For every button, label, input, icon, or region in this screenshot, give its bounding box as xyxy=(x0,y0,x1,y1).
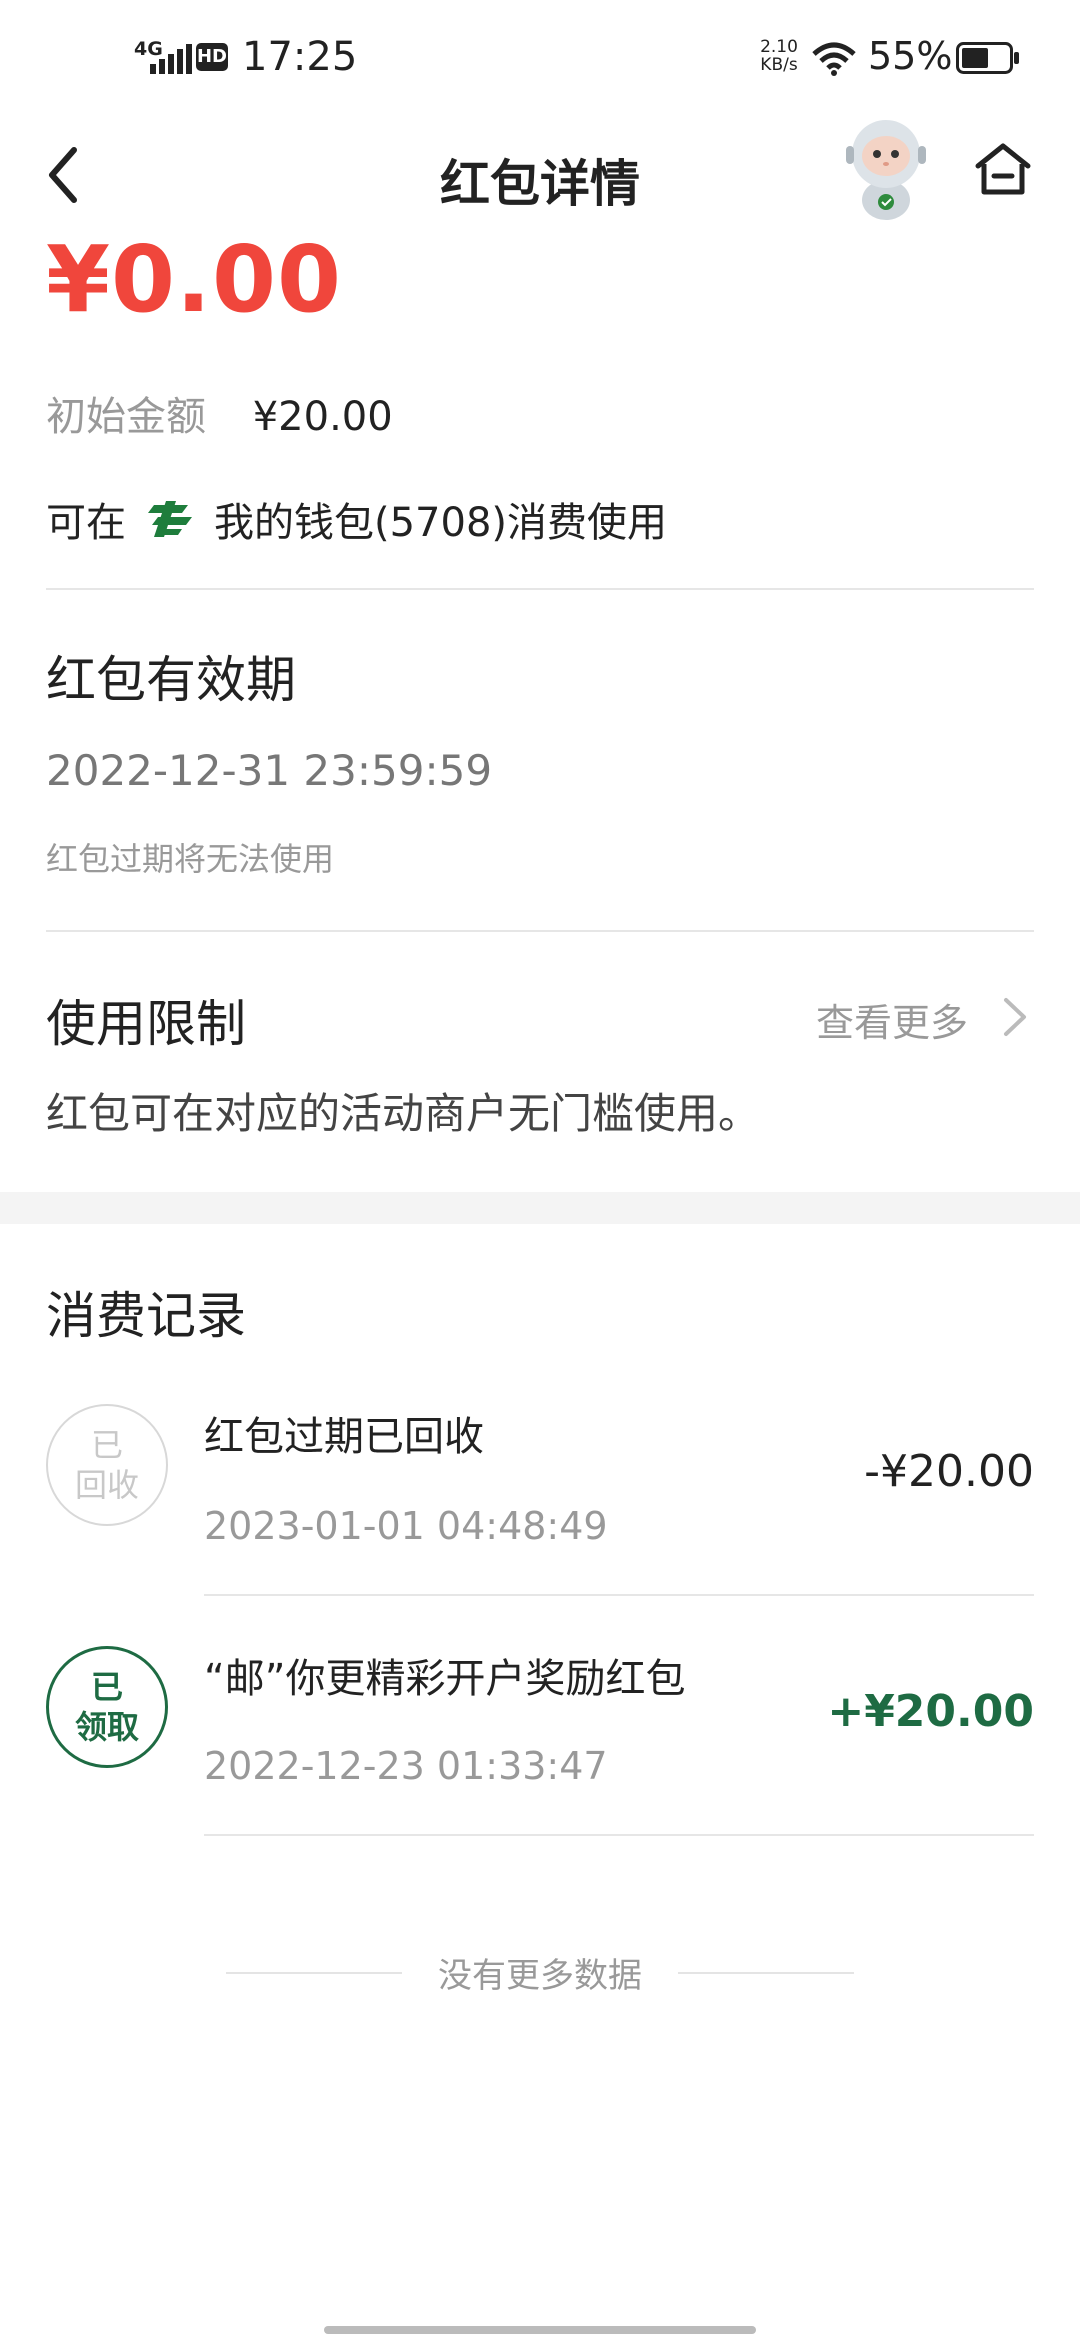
robot-assistant-icon[interactable] xyxy=(836,112,936,222)
received-badge: 已 领取 xyxy=(46,1646,168,1768)
hd-badge: HD xyxy=(196,43,228,71)
usage-limit-title: 使用限制 xyxy=(46,995,246,1053)
no-more-text: 没有更多数据 xyxy=(438,1956,642,1996)
see-more-link[interactable]: 查看更多 xyxy=(816,992,968,1047)
postal-bank-logo-icon xyxy=(148,501,192,537)
record-time: 2022-12-23 01:33:47 xyxy=(204,1744,608,1788)
status-time: 17:25 xyxy=(242,34,358,80)
section-separator xyxy=(0,1192,1080,1224)
battery-icon xyxy=(956,42,1019,74)
signal-icon xyxy=(150,44,192,74)
records-title: 消费记录 xyxy=(46,1287,246,1345)
red-packet-balance: ¥0.00 xyxy=(46,226,343,333)
divider xyxy=(46,930,1034,932)
record-amount: +¥20.00 xyxy=(827,1686,1034,1737)
record-item[interactable]: 已 领取 “邮”你更精彩开户奖励红包 2022-12-23 01:33:47 +… xyxy=(0,1620,1080,1860)
chevron-right-icon[interactable] xyxy=(1000,994,1030,1040)
network-speed: 2.10 KB/s xyxy=(756,38,802,74)
record-amount: -¥20.00 xyxy=(864,1446,1034,1497)
home-icon[interactable] xyxy=(972,138,1034,200)
recycled-badge: 已 回收 xyxy=(46,1404,168,1526)
status-bar: 4G HD 17:25 2.10 KB/s 55% xyxy=(0,0,1080,118)
usable-prefix: 可在 xyxy=(46,500,126,546)
initial-amount-row: 初始金额 ¥20.00 xyxy=(46,384,393,442)
speed-unit: KB/s xyxy=(760,55,798,75)
divider xyxy=(46,588,1034,590)
validity-title: 红包有效期 xyxy=(46,651,296,709)
record-item[interactable]: 已 回收 红包过期已回收 2023-01-01 04:48:49 -¥20.00 xyxy=(0,1380,1080,1620)
no-more-data: 没有更多数据 xyxy=(0,1948,1080,1998)
badge-line2: 领取 xyxy=(74,1708,139,1746)
no-more-line-right xyxy=(678,1972,854,1974)
expiry-note: 红包过期将无法使用 xyxy=(46,840,335,878)
page: 4G HD 17:25 2.10 KB/s 55% 红包详情 ¥0.00 初始金… xyxy=(0,0,1080,2340)
speed-value: 2.10 xyxy=(760,37,798,57)
badge-line1: 已 xyxy=(90,1426,123,1464)
usable-wallet-text: 我的钱包(5708)消费使用 xyxy=(214,500,668,546)
record-divider xyxy=(204,1594,1034,1596)
initial-amount-value: ¥20.00 xyxy=(252,394,393,440)
home-indicator[interactable] xyxy=(324,2326,756,2334)
badge-line1: 已 xyxy=(90,1668,123,1706)
record-divider xyxy=(204,1834,1034,1836)
usable-wallet-row: 可在 我的钱包(5708)消费使用 xyxy=(46,490,667,548)
record-title: “邮”你更精彩开户奖励红包 xyxy=(204,1656,686,1702)
record-time: 2023-01-01 04:48:49 xyxy=(204,1504,608,1548)
record-title: 红包过期已回收 xyxy=(204,1414,484,1460)
expiry-date: 2022-12-31 23:59:59 xyxy=(46,746,493,795)
badge-line2: 回收 xyxy=(74,1466,139,1504)
initial-amount-label: 初始金额 xyxy=(46,394,206,440)
battery-percent: 55% xyxy=(868,34,953,78)
usage-limit-description: 红包可在对应的活动商户无门槛使用。 xyxy=(46,1089,761,1138)
wifi-icon xyxy=(812,42,856,76)
